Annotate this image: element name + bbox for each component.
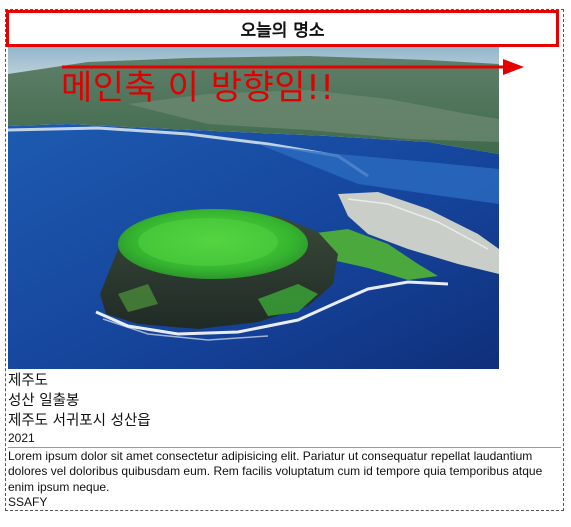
arrow-right-icon [62, 59, 524, 75]
attraction-info: 제주도 성산 일출봉 제주도 서귀포시 성산읍 2021 Lorem ipsum… [8, 371, 561, 509]
card-title: 오늘의 명소 [6, 10, 559, 47]
year-text: 2021 [8, 431, 35, 445]
author-text: SSAFY [8, 494, 48, 509]
province-label: 제주도 [8, 373, 49, 389]
divider [8, 447, 561, 448]
description-text: Lorem ipsum dolor sit amet consectetur a… [8, 449, 543, 494]
address-text: 제주도 서귀포시 성산읍 [8, 413, 151, 429]
place-name: 성산 일출봉 [8, 393, 80, 409]
